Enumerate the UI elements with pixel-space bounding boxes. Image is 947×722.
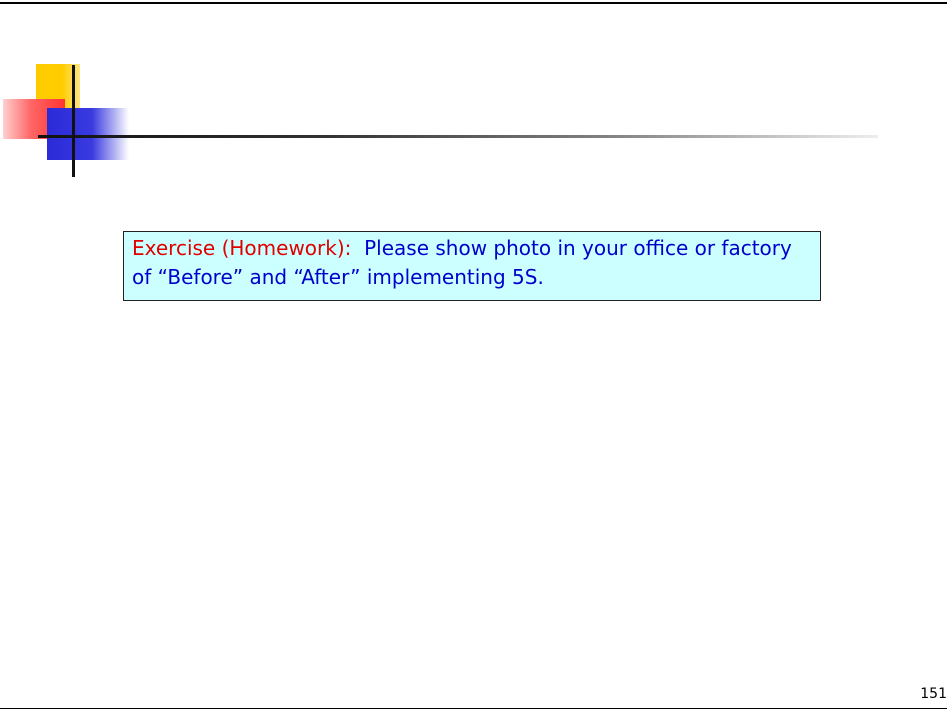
- blue-square: [47, 108, 129, 160]
- exercise-box: Exercise (Homework): Please show photo i…: [123, 231, 821, 301]
- horizontal-rule: [38, 135, 878, 138]
- bottom-border-line: [0, 708, 947, 709]
- slide: Exercise (Homework): Please show photo i…: [0, 0, 947, 722]
- slide-number: 151: [920, 686, 947, 702]
- exercise-label: Exercise (Homework):: [132, 236, 352, 260]
- title-decoration: [0, 0, 947, 180]
- vertical-rule: [72, 65, 75, 177]
